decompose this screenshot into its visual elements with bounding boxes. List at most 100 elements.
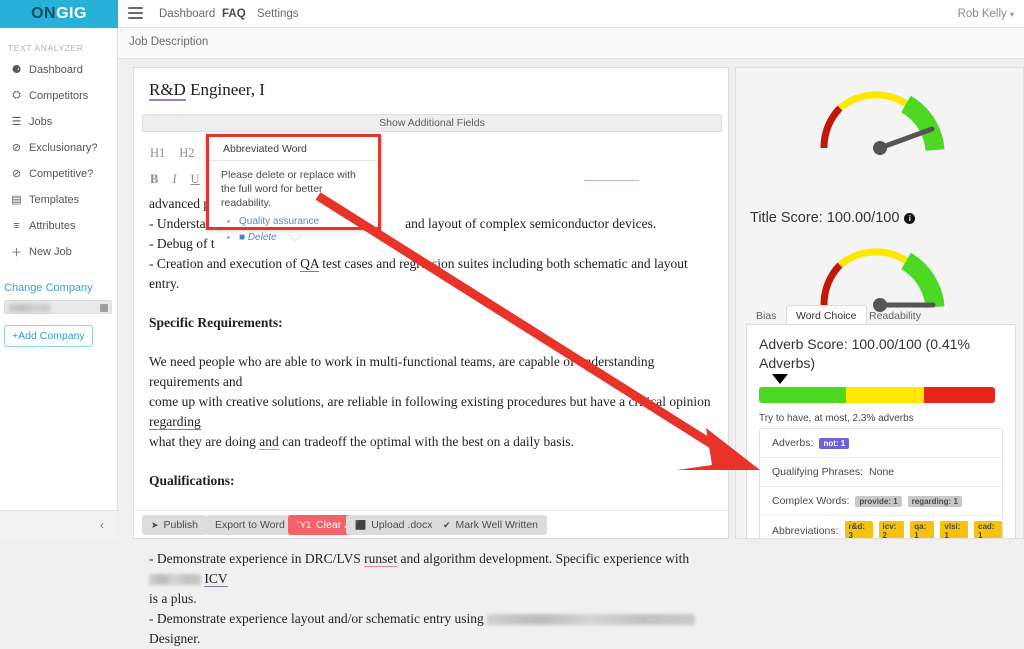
company-name-redacted xyxy=(8,304,50,312)
row-label: Qualifying Phrases: xyxy=(772,466,863,478)
sidebar-item-templates[interactable]: ▤Templates xyxy=(10,191,118,208)
exclusionary-icon: ⊘ xyxy=(10,141,23,154)
editor-action-bar: ➤PublishExport to WordὝ1Clear JD⬛Upload … xyxy=(134,510,728,538)
export-to-word-button[interactable]: Export to Word xyxy=(206,515,294,535)
doc-abbrev-icv[interactable]: ICV xyxy=(204,571,227,587)
word-chip[interactable]: provide: 1 xyxy=(855,496,901,507)
delete-link[interactable]: Delete xyxy=(248,232,277,243)
sidebar-item-new-job[interactable]: ＋New Job xyxy=(10,243,118,260)
sidebar-item-label: Attributes xyxy=(29,220,75,232)
tab-bias[interactable]: Bias xyxy=(746,305,786,325)
dashboard-icon: ⚈ xyxy=(10,63,23,76)
bold-button[interactable]: B xyxy=(150,172,158,186)
doc-b2-b: Designer. xyxy=(149,631,200,646)
h2-button[interactable]: H2 xyxy=(179,146,194,160)
word-choice-row: Complex Words:provide: 1regarding: 1 xyxy=(760,487,1002,516)
logo[interactable]: ONGIG xyxy=(0,0,118,28)
doc-para-specific-1: We need people who are able to work in m… xyxy=(149,352,715,392)
word-choice-row: Adverbs: not: 1 xyxy=(760,429,1002,458)
doc-heading-specific: Specific Requirements: xyxy=(149,313,715,333)
publish-icon: ➤ xyxy=(151,520,159,531)
job-title-field[interactable]: R&D Engineer, I xyxy=(149,80,265,100)
word-chip[interactable]: cad: 1 xyxy=(974,521,1002,540)
doc-understand-post: and layout of complex semiconductor devi… xyxy=(405,216,656,231)
sidebar-item-attributes[interactable]: ≡ Attributes xyxy=(10,217,118,234)
sidebar-item-competitive[interactable]: ⊘Competitive? xyxy=(10,165,118,182)
nav-dashboard[interactable]: Dashboard xyxy=(159,8,215,20)
hamburger-icon[interactable] xyxy=(128,7,143,21)
word-chip[interactable]: icv: 2 xyxy=(879,521,905,540)
trash-icon: ■ xyxy=(239,232,245,243)
nav-settings[interactable]: Settings xyxy=(257,8,299,20)
editor-toolbar-format: BI U xyxy=(150,172,214,187)
mark-well-written-button[interactable]: ✔ Mark Well Written xyxy=(434,515,547,535)
attributes-icon: ≡ xyxy=(10,220,23,232)
title-score-label: Title Score: 100.00/100i xyxy=(750,210,915,226)
nav-faq[interactable]: FAQ xyxy=(222,8,246,20)
tab-word-choice[interactable]: Word Choice xyxy=(786,305,867,325)
info-icon[interactable]: i xyxy=(904,213,915,224)
doc-creation-a: - Creation and execution of xyxy=(149,256,300,271)
doc-specific-3c: can tradeoff the optimal with the best o… xyxy=(279,434,574,449)
doc-abbrev-qa[interactable]: QA xyxy=(300,256,319,272)
job-title-rest: Engineer, I xyxy=(186,80,265,99)
sidebar-item-exclusionary[interactable]: ⊘Exclusionary? xyxy=(10,139,118,156)
tooltip-option-replace[interactable]: Quality assurance xyxy=(239,215,366,229)
tab-readability[interactable]: Readability xyxy=(859,305,931,325)
h1-button[interactable]: H1 xyxy=(150,146,165,160)
word-chip[interactable]: not: 1 xyxy=(819,438,849,449)
button-label: Mark Well Written xyxy=(456,519,538,531)
add-company-button[interactable]: +Add Company xyxy=(4,325,93,347)
row-label: Abbreviations: xyxy=(772,525,839,537)
sidebar-item-label: Competitors xyxy=(29,90,88,102)
doc-flagged-runset-2[interactable]: runset xyxy=(364,551,397,567)
word-chip[interactable]: regarding: 1 xyxy=(908,496,962,507)
editor-divider xyxy=(584,180,639,181)
chevron-left-icon: ‹ xyxy=(100,518,104,532)
tooltip-title: Abbreviated Word xyxy=(209,137,378,161)
competitive-icon: ⊘ xyxy=(10,167,23,180)
sidebar-item-competitors[interactable]: ⛭Competitors xyxy=(10,87,118,104)
analysis-tabs: BiasWord ChoiceReadability xyxy=(746,305,1016,325)
meter-segment-green xyxy=(759,387,846,403)
word-chip[interactable]: vlsi: 1 xyxy=(940,521,968,540)
check-icon: ✔ xyxy=(443,520,451,531)
company-select[interactable] xyxy=(4,300,112,314)
underline-button[interactable]: U xyxy=(191,172,200,186)
doc-complex-regarding[interactable]: regarding xyxy=(149,414,201,430)
sidebar-item-jobs[interactable]: ☰Jobs xyxy=(10,113,118,130)
italic-button[interactable]: I xyxy=(172,172,176,186)
upload-file-icon: ⬛ xyxy=(355,520,366,531)
sidebar-item-label: Templates xyxy=(29,194,79,206)
sidebar-collapse-button[interactable]: ‹ xyxy=(0,510,118,539)
show-additional-fields-button[interactable]: Show Additional Fields xyxy=(142,114,722,132)
word-choice-row: Abbreviations: r&d: 3 icv: 2 qa: 1 vlsi: 1 ca… xyxy=(760,516,1002,539)
top-bar: ONGIG Dashboard FAQ Settings Rob Kelly ▾ xyxy=(0,0,1024,28)
user-menu[interactable]: Rob Kelly ▾ xyxy=(958,8,1014,20)
word-chip[interactable]: r&d: 3 xyxy=(845,521,873,540)
tooltip-options: Quality assurance ■ Delete xyxy=(239,215,366,245)
word-chip[interactable]: qa: 1 xyxy=(910,521,934,540)
change-company-link[interactable]: Change Company xyxy=(4,282,93,294)
doc-line-creation: - Creation and execution of QA test case… xyxy=(149,254,715,294)
doc-understand-pre: - Understan xyxy=(149,216,212,231)
publish-button[interactable]: ➤Publish xyxy=(142,515,207,535)
sidebar-item-dashboard[interactable]: ⚈Dashboard xyxy=(10,61,118,78)
word-choice-panel: Adverb Score: 100.00/100 (0.41% Adverbs)… xyxy=(746,324,1016,539)
row-label: Adverbs: xyxy=(772,437,813,449)
doc-flagged-and[interactable]: and xyxy=(259,434,279,450)
chevron-down-icon: ▾ xyxy=(1010,10,1014,19)
replace-link[interactable]: Quality assurance xyxy=(239,216,319,227)
adverb-score-label: Adverb Score: 100.00/100 (0.41% Adverbs) xyxy=(759,335,995,373)
job-title-abbrev: R&D xyxy=(149,80,186,101)
user-name: Rob Kelly xyxy=(958,8,1007,20)
word-choice-row: Qualifying Phrases: None xyxy=(760,458,1002,487)
adverb-meter xyxy=(759,387,995,403)
doc-bullet-1: - Demonstrate experience in DRC/LVS runs… xyxy=(149,549,715,609)
row-value: None xyxy=(869,466,894,478)
button-label: Export to Word xyxy=(215,519,285,531)
analysis-panel: Title Score: 100.00/100i BiasWord Choice… xyxy=(735,67,1024,539)
secondary-score-gauge xyxy=(736,233,1024,308)
breadcrumb[interactable]: Job Description xyxy=(129,36,208,48)
document-content[interactable]: advanced p - Understan and layout of com… xyxy=(149,194,715,649)
